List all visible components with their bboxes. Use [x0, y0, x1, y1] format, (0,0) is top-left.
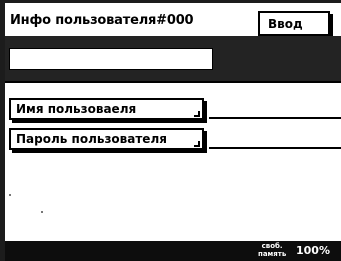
input-display-field — [9, 48, 213, 70]
user-info-screen: Инфо пользователя#000 Ввод Имя пользовае… — [5, 3, 341, 261]
enter-button[interactable]: Ввод — [258, 11, 330, 36]
speck — [9, 194, 11, 196]
corner-mark-icon — [194, 141, 200, 147]
divider — [5, 81, 341, 83]
user-password-value-line — [209, 147, 341, 149]
title-bar: Инфо пользователя#000 Ввод — [5, 3, 341, 36]
status-footer: своб. память 100% — [5, 241, 341, 261]
user-name-label: Имя пользоваеля — [16, 102, 137, 116]
free-memory-label: своб. память — [258, 242, 287, 258]
user-password-button[interactable]: Пароль пользователя — [9, 128, 204, 150]
user-password-label: Пароль пользователя — [16, 132, 167, 146]
page-title: Инфо пользователя#000 — [10, 13, 194, 28]
free-memory-value: 100% — [296, 244, 330, 257]
user-name-button[interactable]: Имя пользоваеля — [9, 98, 204, 120]
speck — [41, 211, 43, 213]
corner-mark-icon — [194, 111, 200, 117]
user-name-value-line — [209, 117, 341, 119]
